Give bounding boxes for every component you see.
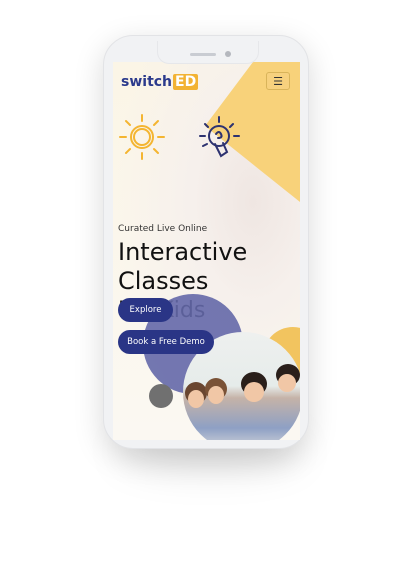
logo[interactable]: switch ED [121,74,199,90]
sun-icon [119,114,165,160]
hero-title-line: Interactive [118,238,248,266]
explore-button[interactable]: Explore [118,298,173,322]
hero-eyebrow: Curated Live Online [118,224,208,234]
phone-screen: switch ED ☰ Curated Live Online Interacti… [113,62,300,440]
phone-mockup: switch ED ☰ Curated Live Online Interacti… [103,35,309,449]
hero-title-line: Classes [118,267,209,295]
camera [225,51,231,57]
hamburger-icon: ☰ [273,74,283,88]
logo-badge: ED [173,74,199,90]
lightbulb-icon [199,116,240,158]
book-demo-button[interactable]: Book a Free Demo [118,330,214,354]
menu-button[interactable]: ☰ [266,72,290,90]
decor-circle-gray [149,384,173,408]
phone-notch [157,41,259,64]
logo-text: switch [121,74,173,90]
speaker [190,53,216,56]
